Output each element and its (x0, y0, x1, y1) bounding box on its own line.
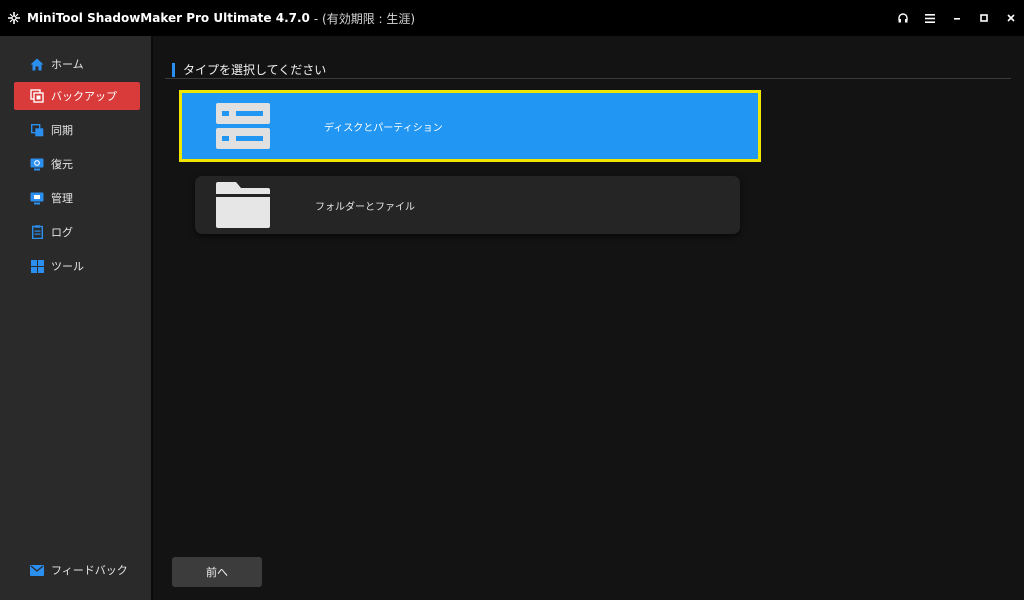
section-accent-bar (172, 62, 175, 77)
disk-partition-option[interactable]: ディスクとパーティション (179, 90, 761, 162)
sidebar-item-restore[interactable]: 復元 (14, 150, 140, 178)
headset-icon[interactable] (889, 0, 916, 36)
sidebar-item-label: ログ (51, 226, 73, 239)
feedback-label: フィードバック (51, 564, 128, 577)
sidebar-item-manage[interactable]: 管理 (14, 184, 140, 212)
sync-icon (30, 123, 44, 137)
backup-icon (30, 89, 44, 103)
mail-icon (30, 563, 44, 577)
app-logo-icon (7, 11, 21, 25)
menu-icon[interactable] (916, 0, 943, 36)
sidebar-item-label: ツール (51, 260, 84, 273)
sidebar-item-tools[interactable]: ツール (14, 252, 140, 280)
sidebar-item-log[interactable]: ログ (14, 218, 140, 246)
folder-icon (215, 182, 271, 228)
license-info: - (有効期限 : 生涯) (313, 11, 416, 26)
sidebar-item-home[interactable]: ホーム (14, 50, 140, 78)
minimize-icon[interactable] (943, 0, 970, 36)
home-icon (30, 57, 44, 71)
section-divider (165, 78, 1011, 79)
sidebar-item-label: 復元 (51, 158, 73, 171)
manage-icon (30, 191, 44, 205)
sidebar-item-label: バックアップ (51, 90, 117, 103)
disk-partition-label: ディスクとパーティション (324, 122, 443, 134)
restore-icon (30, 157, 44, 171)
back-button[interactable]: 前へ (172, 557, 262, 587)
log-icon (30, 225, 44, 239)
close-icon[interactable] (997, 0, 1024, 36)
tools-icon (30, 259, 44, 273)
app-title: MiniTool ShadowMaker Pro Ultimate 4.7.0 (27, 11, 310, 25)
disk-icon (214, 103, 272, 149)
section-title-text: タイプを選択してください (183, 63, 327, 77)
main-panel: タイプを選択してください ディスクとパーティション フォルダーとファイル 前へ (153, 36, 1024, 600)
window-controls (889, 0, 1024, 36)
sidebar-item-label: 同期 (51, 124, 73, 137)
folder-file-label: フォルダーとファイル (315, 201, 415, 213)
folder-file-option[interactable]: フォルダーとファイル (195, 176, 740, 234)
sidebar-item-backup[interactable]: バックアップ (14, 82, 140, 110)
sidebar-item-label: ホーム (51, 58, 84, 71)
sidebar: ホーム バックアップ 同期 復元 管理 ログ ツール フィードバック (0, 36, 151, 600)
sidebar-item-label: 管理 (51, 192, 73, 205)
sidebar-item-sync[interactable]: 同期 (14, 116, 140, 144)
feedback-button[interactable]: フィードバック (14, 556, 140, 584)
maximize-icon[interactable] (970, 0, 997, 36)
section-title: タイプを選択してください (172, 61, 326, 78)
title-bar: MiniTool ShadowMaker Pro Ultimate 4.7.0 … (0, 0, 1024, 36)
